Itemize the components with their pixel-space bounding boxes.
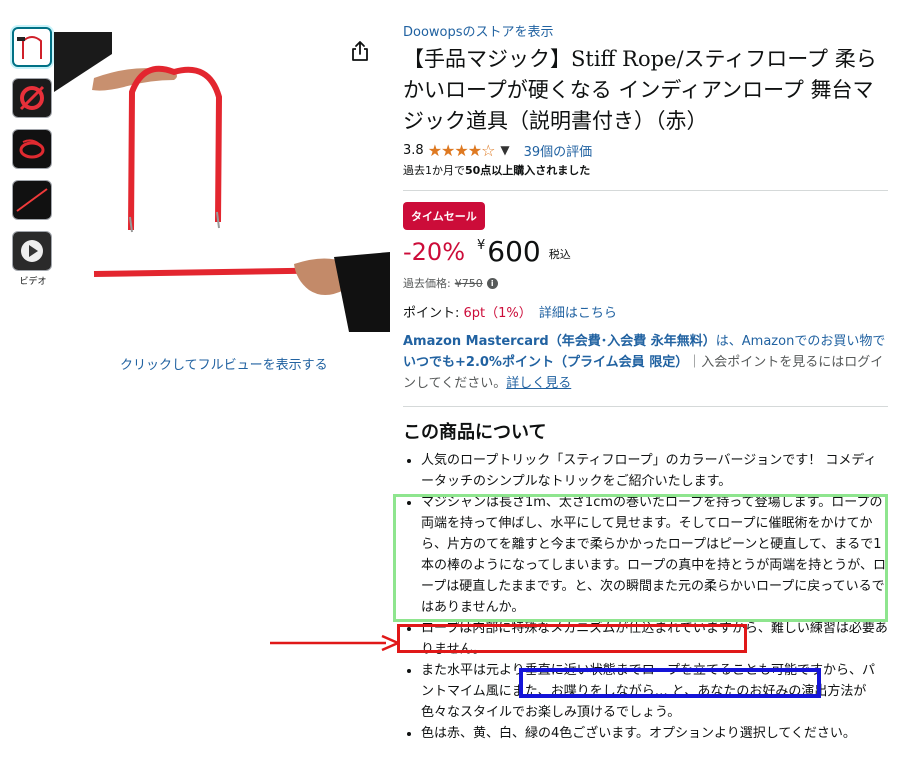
old-price-label: 過去価格: — [403, 277, 451, 290]
mastercard-text: は、Amazonでのお買い物で — [715, 334, 886, 349]
annotation-green-box — [393, 494, 888, 622]
old-price: 過去価格: ¥750 i — [403, 275, 888, 291]
annotation-blue-box — [519, 668, 821, 698]
rating-row: 3.8 ★★★★☆ ▼ 39個の評価 — [403, 139, 888, 161]
thumb-rope-coil-red[interactable] — [12, 78, 52, 118]
discount-percent: -20% — [403, 238, 466, 266]
thumb-rope-coil-dark[interactable] — [12, 129, 52, 169]
thumb-rope-straight[interactable] — [12, 180, 52, 220]
thumb-video[interactable] — [12, 231, 52, 271]
share-icon[interactable] — [349, 40, 371, 62]
sale-badge: タイムセール — [403, 202, 485, 230]
about-title: この商品について — [403, 422, 547, 443]
about-bullet: 人気のロープトリック「スティフロープ」のカラーバージョンです！ コメディータッチ… — [421, 450, 888, 492]
video-label: ビデオ — [19, 277, 47, 287]
mastercard-link[interactable]: Amazon Mastercard（年会費･入会費 永年無料） — [403, 334, 716, 349]
purchase-count: 過去1か月で50点以上購入されました — [403, 162, 888, 178]
info-icon[interactable]: i — [486, 277, 498, 289]
store-link[interactable]: Doowopsのストアを表示 — [403, 24, 888, 42]
purchase-count-prefix: 過去1か月で — [403, 164, 465, 177]
price-row: -20% ¥ 600 税込 — [403, 236, 888, 270]
purchase-count-bold: 50点以上購入されました — [465, 164, 591, 177]
mastercard-promo: Amazon Mastercard（年会費･入会費 永年無料）は、Amazonで… — [403, 331, 888, 394]
thumbnail-list: ビデオ — [12, 27, 54, 287]
product-title: 【手品マジック】Stiff Rope/スティフロープ 柔らかいロープが硬くなる … — [403, 47, 877, 133]
divider — [403, 406, 888, 407]
chevron-down-icon[interactable]: ▼ — [500, 143, 509, 157]
old-price-value: ¥750 — [454, 276, 483, 290]
points-value: 6pt（1%） — [463, 306, 532, 321]
divider — [403, 190, 888, 191]
annotation-arrow-icon — [270, 634, 402, 652]
points-label: ポイント: — [403, 306, 460, 321]
tax-label: 税込 — [548, 248, 571, 261]
points-row: ポイント: 6pt（1%） 詳細はこちら — [403, 302, 888, 321]
annotation-red-box — [397, 624, 747, 653]
reviews-link[interactable]: 39個の評価 — [524, 141, 593, 160]
currency-symbol: ¥ — [477, 238, 486, 253]
rating-value: 3.8 — [403, 142, 424, 158]
main-product-image[interactable] — [54, 32, 390, 332]
mastercard-bonus: いつでも+2.0%ポイント（プライム会員 限定） — [403, 355, 689, 370]
mastercard-detail-link[interactable]: 詳しく見る — [506, 376, 571, 391]
fullview-link[interactable]: クリックしてフルビューを表示する — [120, 354, 328, 373]
about-bullet: 色は赤、黄、白、緑の4色ございます。オプションより選択してください。 — [421, 723, 888, 744]
points-detail-link[interactable]: 詳細はこちら — [539, 306, 617, 321]
price-amount: 600 — [487, 235, 541, 268]
star-rating-icon[interactable]: ★★★★☆ — [428, 141, 496, 160]
thumb-rope-arch[interactable] — [12, 27, 52, 67]
